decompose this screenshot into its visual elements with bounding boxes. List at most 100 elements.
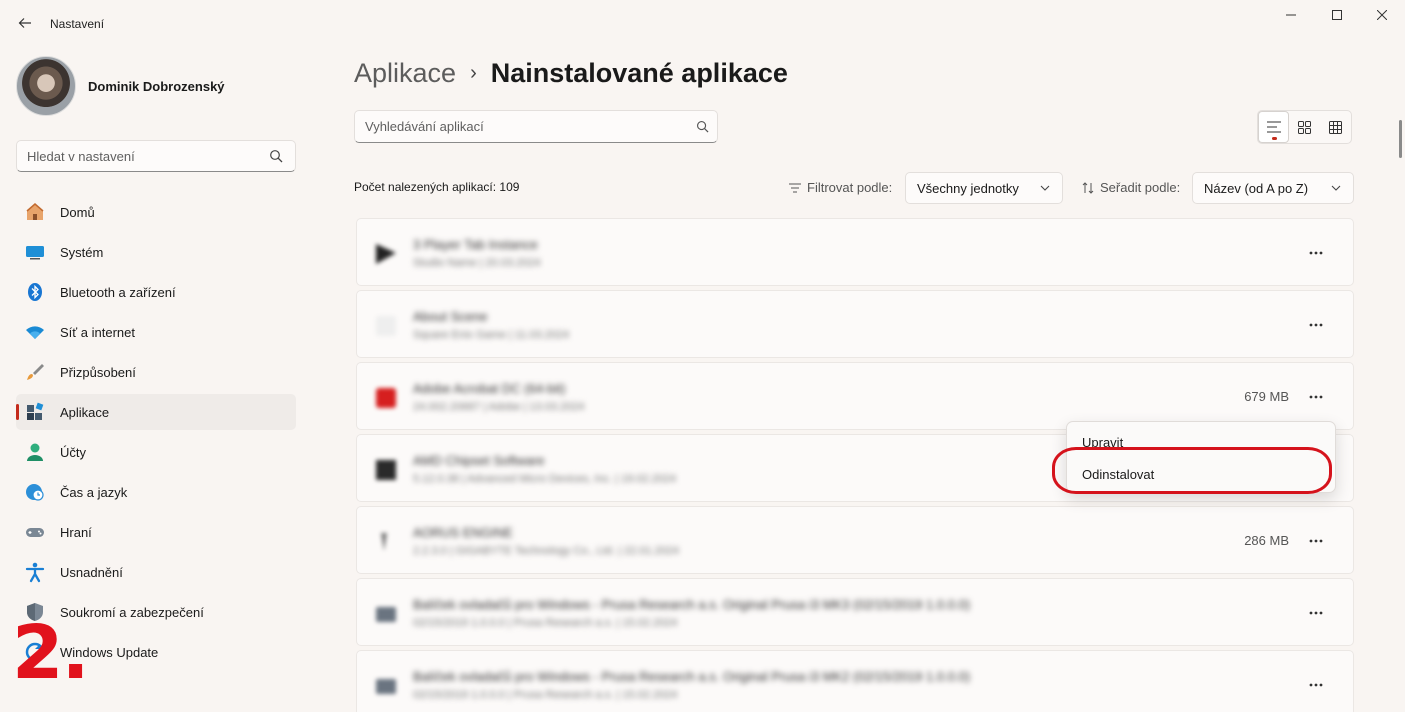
app-meta: 02/15/2019 1.0.0.0 | Prusa Research a.s.… (413, 689, 678, 701)
sidebar-item-gaming[interactable]: Hraní (16, 514, 296, 550)
grid-view-button[interactable] (1289, 111, 1320, 143)
avatar (16, 56, 76, 116)
filter-value: Všechny jednotky (917, 180, 1019, 196)
more-options-button[interactable] (1301, 387, 1331, 407)
sidebar-item-label: Domů (60, 204, 95, 220)
app-icon (373, 673, 399, 699)
search-icon (270, 150, 283, 163)
app-row[interactable]: AORUS ENGINE 2.2.3.0 | GIGABYTE Technolo… (356, 506, 1354, 574)
app-name: AMD Chipset Software (413, 453, 545, 468)
filter-label: Filtrovat podle: (789, 180, 892, 195)
apps-icon (24, 401, 46, 423)
app-meta: Square Enix Game | 11.03.2024 (413, 329, 570, 341)
filter-dropdown[interactable]: Všechny jednotky (905, 172, 1063, 204)
profile-name: Dominik Dobrozenský (88, 78, 225, 94)
home-icon (24, 201, 46, 223)
app-row[interactable]: 3 Player Tab Instance Studio Name | 20.0… (356, 218, 1354, 286)
app-row[interactable]: Adobe Acrobat DC (64-bit) 24.002.20687 |… (356, 362, 1354, 430)
clock-globe-icon (24, 481, 46, 503)
app-name: AORUS ENGINE (413, 525, 513, 540)
list-view-button[interactable] (1258, 111, 1289, 143)
uninstall-highlight-annotation (1052, 447, 1332, 494)
app-row[interactable]: Balíček ovladačů pro Windows - Prusa Res… (356, 578, 1354, 646)
maximize-button[interactable] (1314, 4, 1360, 26)
minimize-button[interactable] (1268, 4, 1314, 26)
minimize-icon (1286, 14, 1296, 16)
app-size: 286 MB (1244, 533, 1289, 548)
app-size: 679 MB (1244, 389, 1289, 404)
app-icon (373, 313, 399, 339)
app-name: Adobe Acrobat DC (64-bit) (413, 381, 566, 396)
sidebar-item-accounts[interactable]: Účty (16, 434, 296, 470)
sidebar-item-accessibility[interactable]: Usnadnění (16, 554, 296, 590)
more-options-button[interactable] (1301, 675, 1331, 695)
more-icon (1309, 539, 1323, 543)
sidebar-item-label: Síť a internet (60, 324, 135, 340)
app-search-input[interactable]: Vyhledávání aplikací (354, 110, 718, 143)
account-icon (24, 441, 46, 463)
filter-label-text: Filtrovat podle: (807, 180, 893, 195)
app-row[interactable]: About Scene Square Enix Game | 11.03.202… (356, 290, 1354, 358)
sort-dropdown[interactable]: Název (od A po Z) (1192, 172, 1354, 204)
close-icon (1377, 10, 1387, 20)
brush-icon (24, 361, 46, 383)
sidebar-item-time-language[interactable]: Čas a jazyk (16, 474, 296, 510)
app-count: Počet nalezených aplikací: 109 (354, 180, 520, 194)
sidebar-item-system[interactable]: Systém (16, 234, 296, 270)
gamepad-icon (24, 521, 46, 543)
more-icon (1309, 683, 1323, 687)
page-title: Nainstalované aplikace (490, 58, 788, 88)
sort-label-text: Seřadit podle: (1100, 180, 1181, 195)
window-title: Nastavení (50, 17, 105, 31)
more-icon (1309, 323, 1323, 327)
chevron-down-icon (1040, 185, 1050, 191)
sidebar-item-domu[interactable]: Domů (16, 194, 296, 230)
wifi-icon (24, 321, 46, 343)
app-name: Balíček ovladačů pro Windows - Prusa Res… (413, 669, 971, 684)
more-options-button[interactable] (1301, 315, 1331, 335)
scrollbar-thumb[interactable] (1399, 120, 1402, 158)
sidebar-item-bluetooth[interactable]: Bluetooth a zařízení (16, 274, 296, 310)
sidebar-item-label: Účty (60, 444, 86, 460)
app-meta: Studio Name | 20.03.2024 (413, 257, 541, 269)
sort-icon (1082, 181, 1094, 194)
sidebar-item-label: Čas a jazyk (60, 484, 128, 500)
app-icon (373, 241, 399, 267)
back-button[interactable] (14, 12, 36, 34)
app-name: About Scene (413, 309, 488, 324)
breadcrumb-parent[interactable]: Aplikace (354, 58, 456, 89)
sidebar-item-label: Aplikace (60, 404, 110, 420)
more-options-button[interactable] (1301, 531, 1331, 551)
sidebar-item-label: Přizpůsobení (60, 364, 136, 380)
settings-search-placeholder: Hledat v nastavení (27, 148, 135, 164)
sidebar-nav: Domů Systém Bluetooth a zařízení Síť a i… (16, 194, 296, 674)
breadcrumb: Aplikace › Nainstalované aplikace (354, 58, 788, 89)
chevron-down-icon (1331, 185, 1341, 191)
search-icon (697, 121, 709, 133)
sort-value: Název (od A po Z) (1204, 180, 1309, 196)
sidebar-item-personalization[interactable]: Přizpůsobení (16, 354, 296, 390)
sidebar-item-label: Usnadnění (60, 564, 123, 580)
app-meta: 24.002.20687 | Adobe | 13.03.2024 (413, 401, 585, 413)
list-view-icon (1266, 121, 1281, 133)
settings-search-input[interactable]: Hledat v nastavení (16, 140, 296, 172)
step-annotation: 2. (12, 610, 90, 696)
user-profile[interactable]: Dominik Dobrozenský (16, 56, 225, 116)
app-search-placeholder: Vyhledávání aplikací (365, 119, 484, 134)
sidebar-item-network[interactable]: Síť a internet (16, 314, 296, 350)
table-view-icon (1329, 120, 1342, 134)
table-view-button[interactable] (1320, 111, 1351, 143)
more-options-button[interactable] (1301, 603, 1331, 623)
more-icon (1309, 251, 1323, 255)
app-row[interactable]: Balíček ovladačů pro Windows - Prusa Res… (356, 650, 1354, 712)
app-icon (373, 457, 399, 483)
app-icon (373, 529, 399, 555)
more-options-button[interactable] (1301, 243, 1331, 263)
close-button[interactable] (1359, 4, 1405, 26)
app-icon (373, 601, 399, 627)
breadcrumb-separator: › (470, 62, 477, 84)
more-icon (1309, 395, 1323, 399)
sidebar-item-apps[interactable]: Aplikace (16, 394, 296, 430)
sort-label: Seřadit podle: (1082, 180, 1180, 195)
system-icon (24, 241, 46, 263)
